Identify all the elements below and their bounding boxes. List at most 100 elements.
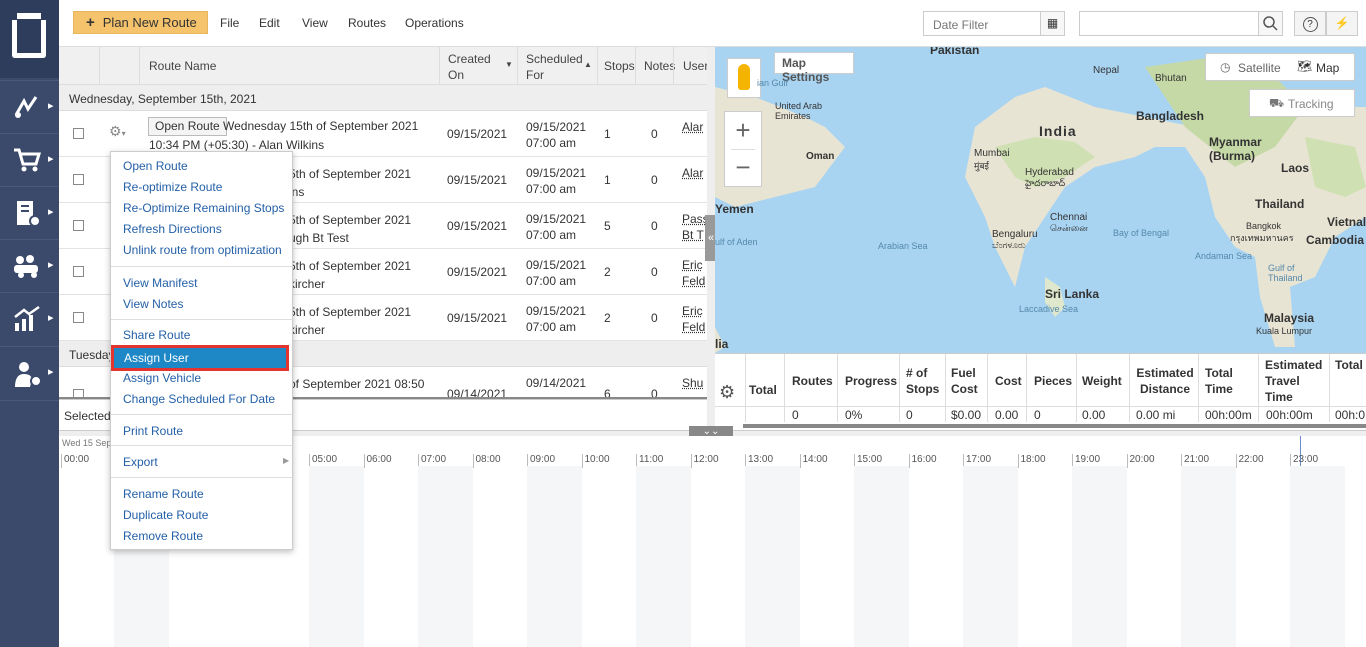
map-label-cambodia: Cambodia [1306,233,1365,247]
open-route-button[interactable]: Open Route [148,117,227,136]
notes-cell: 0 [651,265,658,279]
tracking-button[interactable]: ⛟ Tracking [1249,89,1355,117]
map-label-yemen: Yemen [715,202,754,216]
street-view-pegman[interactable] [727,58,761,98]
user-line2: Feld [682,320,706,334]
timeline-column [309,466,364,647]
menu-remove-route[interactable]: Remove Route [123,529,203,543]
scheduled-cell: 09/15/2021 07:00 am [526,257,586,289]
map-label-andaman: Andaman Sea [1195,251,1253,261]
routing-icon [14,96,38,118]
map-label-bangkok: Bangkok [1246,221,1282,231]
menu-share-route[interactable]: Share Route [123,328,190,342]
row-gear-icon[interactable]: ⚙▾ [109,123,126,140]
col-notes[interactable]: Notes [644,58,675,74]
help-button[interactable]: ? [1294,11,1326,36]
sidebar-item-team[interactable]: ▸ [0,239,59,291]
menu-assign-vehicle[interactable]: Assign Vehicle [123,371,201,385]
zoom-in-button[interactable]: + [725,115,761,146]
stats-scrollbar[interactable] [743,424,1366,428]
date-filter-input[interactable]: Date Filter [923,11,1041,36]
user-cell[interactable]: Alar [682,119,703,135]
user-cell[interactable]: Shu [682,375,703,391]
created-cell: 09/15/2021 [447,265,508,279]
menu-operations[interactable]: Operations [405,16,464,30]
user-cell[interactable]: Eric Feld [682,303,705,335]
menu-duplicate-route[interactable]: Duplicate Route [123,508,208,522]
row-checkbox[interactable] [73,220,84,231]
user-cell[interactable]: Alar [682,165,703,181]
map-label-laos: Laos [1281,161,1310,175]
user-cell[interactable]: Pass Bt T [682,211,707,243]
group-header[interactable]: Wednesday, September 15th, 2021 [59,85,707,111]
row-checkbox[interactable] [73,128,84,139]
user-cell[interactable]: Eric Feld [682,257,705,289]
sidebar-item-analytics[interactable]: ▸ [0,292,59,344]
app-logo[interactable] [0,0,59,78]
stats-pieces-header: Pieces [1034,374,1073,388]
sort-up-icon[interactable]: ▲ [584,60,592,69]
menu-view-notes[interactable]: View Notes [123,297,183,311]
scheduled-time: 07:00 am [526,228,577,242]
calendar-button[interactable]: ▦ [1040,11,1065,36]
scheduled-time: 07:00 am [526,182,577,196]
scheduled-cell: 09/15/2021 07:00 am [526,119,586,151]
stats-stops-header: # of Stops [906,366,940,396]
menu-file[interactable]: File [220,16,239,30]
menu-rename-route[interactable]: Rename Route [123,487,204,501]
menu-unlink-route[interactable]: Unlink route from optimization [123,243,282,257]
timeline-hour-tick: 22:00 [1235,454,1264,468]
col-created-on[interactable]: Created On [448,51,496,83]
stats-distance-value: 0.00 mi [1136,408,1176,422]
panel-splitter[interactable]: « [705,47,717,430]
row-checkbox[interactable] [73,266,84,277]
zoom-controls: + − [724,111,762,187]
menu-change-scheduled-date[interactable]: Change Scheduled For Date [123,392,275,406]
menu-routes[interactable]: Routes [348,16,386,30]
satellite-button[interactable]: Satellite [1238,61,1281,75]
row-checkbox[interactable] [73,312,84,323]
sidebar-item-routing[interactable]: ▸ [0,80,59,132]
menu-edit[interactable]: Edit [259,16,280,30]
search-input[interactable] [1079,11,1259,36]
menu-export[interactable]: Export [123,455,158,469]
map-settings-button[interactable]: Map Settings [774,52,854,84]
search-button[interactable] [1258,11,1283,36]
row-checkbox[interactable] [73,174,84,185]
map-label-mumbai: Mumbai [974,148,1010,159]
menu-refresh-directions[interactable]: Refresh Directions [123,222,222,236]
col-route-name[interactable]: Route Name [149,58,216,74]
route-name-line1: 5th of September 2021 [289,305,412,319]
sidebar: ▸ ▸ ▸ ▸ ▸ ▸ [0,0,59,647]
col-scheduled-for[interactable]: Scheduled For [526,51,583,83]
menu-view-manifest[interactable]: View Manifest [123,276,197,290]
stats-cost-header: Cost [995,374,1022,388]
menu-view[interactable]: View [302,16,328,30]
cart-icon [14,148,42,172]
quick-actions-button[interactable]: ⚡ [1326,11,1358,36]
map-label-hyderabad-local: హైదరాబాద్ [1025,178,1066,188]
map-label-chennai-local: சென்னை [1050,223,1088,233]
map-button[interactable]: Map [1316,61,1339,75]
timeline-column [745,466,800,647]
sort-down-icon[interactable]: ▼ [505,60,513,69]
menu-print-route[interactable]: Print Route [123,424,183,438]
map-view[interactable]: Map Settings + − ◷ Satellite 🗺 Map ⛟ Tra… [715,47,1366,353]
stats-weight-value: 0.00 [1082,408,1106,422]
col-user[interactable]: User [683,58,707,74]
menu-open-route[interactable]: Open Route [123,159,188,173]
col-stops[interactable]: Stops [604,58,635,74]
sidebar-item-notebook[interactable]: ▸ [0,186,59,238]
sidebar-item-user-settings[interactable]: ▸ [0,346,59,401]
zoom-out-button[interactable]: − [725,152,761,183]
map-label-chennai: Chennai [1050,212,1088,223]
timeline-hour-tick: 06:00 [363,454,392,468]
plan-new-route-button[interactable]: + Plan New Route [73,11,208,34]
menu-reoptimize-remaining[interactable]: Re-Optimize Remaining Stops [123,201,284,215]
menu-assign-user[interactable]: Assign User [111,345,289,371]
stats-gear-icon[interactable]: ⚙ [719,382,735,403]
calendar-icon: ▦ [1046,16,1059,30]
sidebar-item-orders[interactable]: ▸ [0,133,59,185]
menu-reoptimize-route[interactable]: Re-optimize Route [123,180,222,194]
map-label-persian-gulf: ian Gulf [757,78,789,88]
